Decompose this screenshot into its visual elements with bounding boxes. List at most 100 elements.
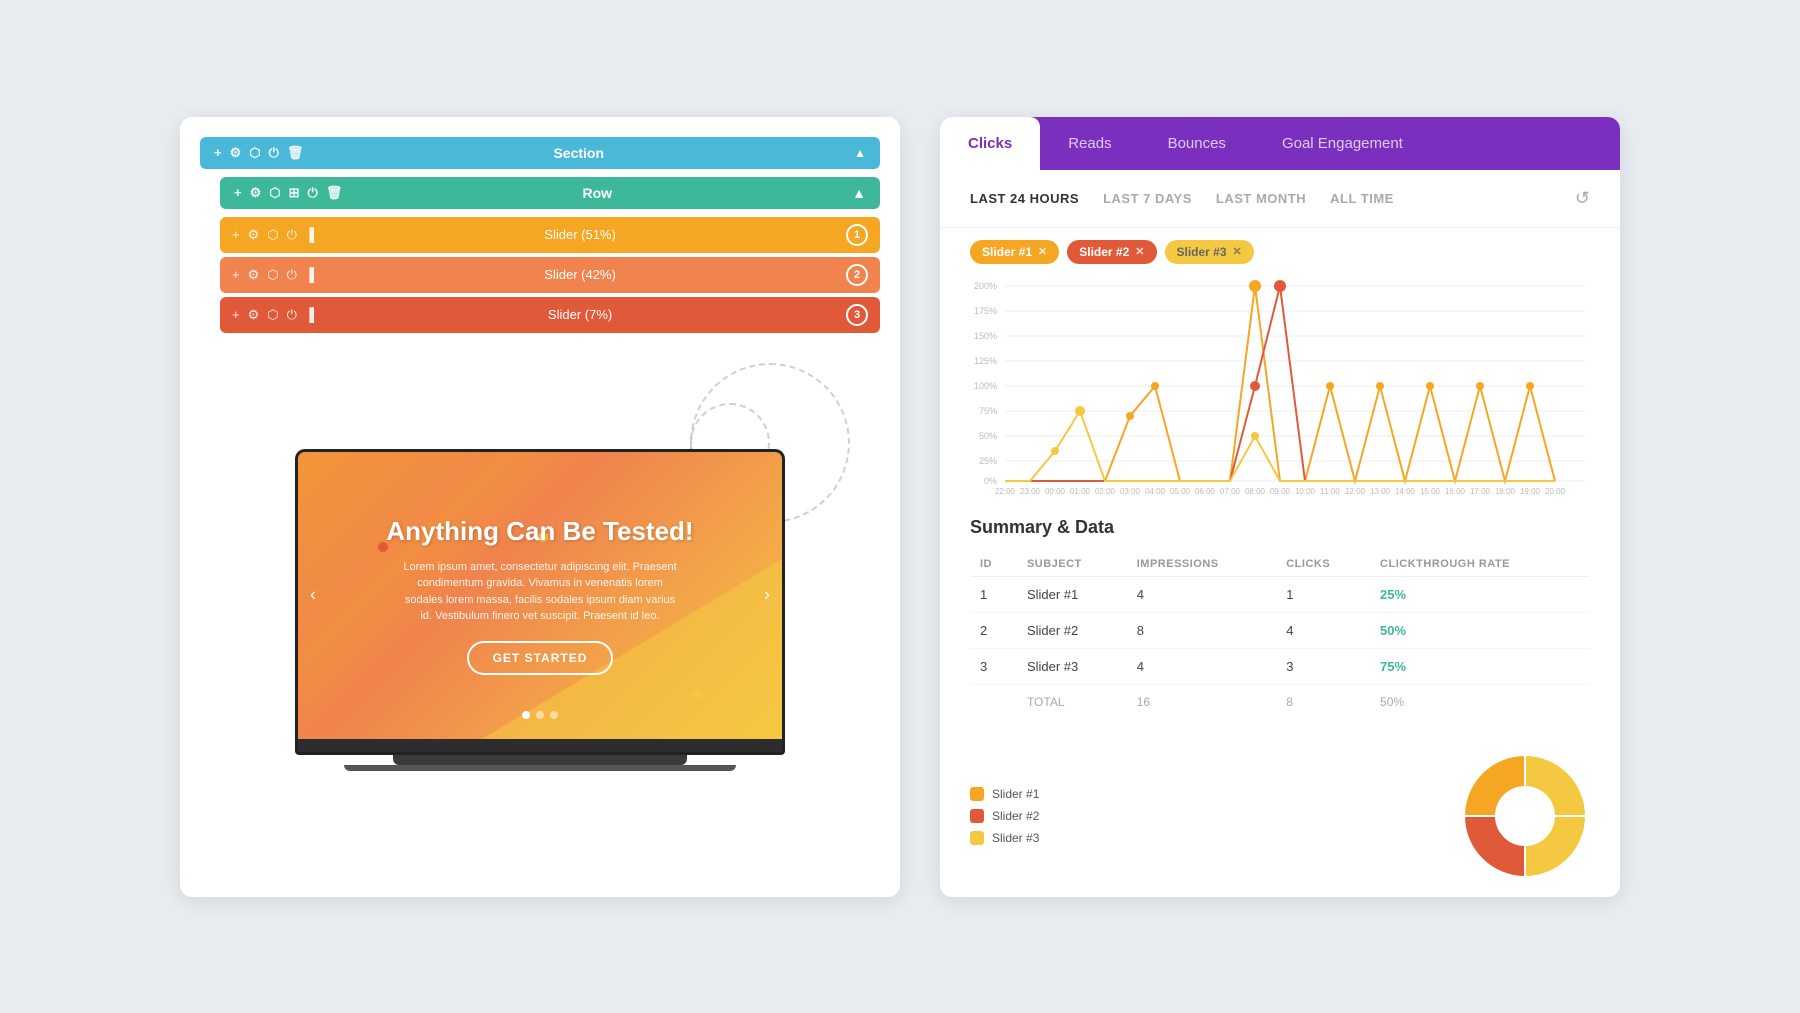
col-impressions: IMPRESSIONS bbox=[1127, 552, 1277, 577]
slide-dot-1[interactable] bbox=[522, 711, 530, 719]
row-power-icon[interactable]: ⏻ bbox=[308, 185, 318, 201]
slider-row-3[interactable]: + ⚙ ⬡ ⏻ ▐ Slider (7%) 3 bbox=[220, 297, 880, 333]
row-label: Row bbox=[352, 185, 842, 201]
laptop-base bbox=[295, 739, 785, 755]
filter-all-time[interactable]: ALL TIME bbox=[1330, 191, 1394, 206]
slider-2-label: Slider (42%) bbox=[322, 267, 838, 282]
laptop-content: Anything Can Be Tested! Lorem ipsum amet… bbox=[366, 496, 713, 695]
svg-text:16:00: 16:00 bbox=[1445, 487, 1466, 496]
sl1-add-icon[interactable]: + bbox=[232, 227, 240, 242]
slider-row-2[interactable]: + ⚙ ⬡ ⏻ ▐ Slider (42%) 2 bbox=[220, 257, 880, 293]
legend-label-slider1: Slider #1 bbox=[992, 787, 1039, 801]
legend-dot-slider3 bbox=[970, 831, 984, 845]
refresh-icon[interactable]: ↺ bbox=[1575, 188, 1590, 209]
tab-goal-engagement[interactable]: Goal Engagement bbox=[1254, 117, 1431, 170]
filter-tag-slider3-close[interactable]: ✕ bbox=[1233, 245, 1242, 258]
sl1-power-icon[interactable]: ⏻ bbox=[287, 227, 297, 243]
sl1-copy-icon[interactable]: ⬡ bbox=[267, 227, 278, 243]
tab-clicks[interactable]: Clicks bbox=[940, 117, 1040, 170]
sl3-copy-icon[interactable]: ⬡ bbox=[267, 307, 278, 323]
row-icons: + ⚙ ⬡ ⊞ ⏻ 🗑 bbox=[234, 185, 342, 201]
row-copy-icon[interactable]: ⬡ bbox=[269, 185, 280, 201]
section-add-icon[interactable]: + bbox=[214, 145, 222, 160]
col-id: ID bbox=[970, 552, 1017, 577]
sl1-settings-icon[interactable]: ⚙ bbox=[248, 227, 260, 243]
sl3-add-icon[interactable]: + bbox=[232, 307, 240, 322]
svg-text:0%: 0% bbox=[984, 476, 997, 486]
svg-text:10:00: 10:00 bbox=[1295, 487, 1316, 496]
svg-text:125%: 125% bbox=[974, 356, 997, 366]
svg-text:75%: 75% bbox=[979, 406, 997, 416]
chart-area: 200% 175% 150% 125% 100% 75% 50% 25% 0% bbox=[940, 276, 1620, 501]
svg-text:03:00: 03:00 bbox=[1120, 487, 1141, 496]
col-subject: SUBJECT bbox=[1017, 552, 1127, 577]
row-grid-icon[interactable]: ⊞ bbox=[289, 185, 300, 201]
svg-text:05:00: 05:00 bbox=[1170, 487, 1191, 496]
filter-last-month[interactable]: LAST MONTH bbox=[1216, 191, 1306, 206]
sl2-chart-icon[interactable]: ▐ bbox=[305, 267, 314, 282]
row-bar: + ⚙ ⬡ ⊞ ⏻ 🗑 Row ▲ bbox=[220, 177, 880, 209]
laptop-cta-button[interactable]: GET STARTED bbox=[467, 641, 614, 675]
filter-tag-slider3[interactable]: Slider #3 ✕ bbox=[1165, 240, 1254, 264]
svg-text:200%: 200% bbox=[974, 281, 997, 291]
legend-dot-slider2 bbox=[970, 809, 984, 823]
section-delete-icon[interactable]: 🗑 bbox=[287, 145, 304, 161]
tab-reads[interactable]: Reads bbox=[1040, 117, 1139, 170]
sl3-power-icon[interactable]: ⏻ bbox=[287, 307, 297, 323]
cell-clicks: 1 bbox=[1276, 576, 1370, 612]
sl2-settings-icon[interactable]: ⚙ bbox=[248, 267, 260, 283]
sl3-chart-icon[interactable]: ▐ bbox=[305, 307, 314, 322]
sl3-settings-icon[interactable]: ⚙ bbox=[248, 307, 260, 323]
svg-text:19:00: 19:00 bbox=[1520, 487, 1541, 496]
section-copy-icon[interactable]: ⬡ bbox=[249, 145, 260, 161]
svg-text:11:00: 11:00 bbox=[1320, 487, 1340, 496]
legend-label-slider2: Slider #2 bbox=[992, 809, 1039, 823]
row-delete-icon[interactable]: 🗑 bbox=[326, 185, 343, 201]
prev-slide-button[interactable]: ‹ bbox=[310, 585, 316, 606]
svg-text:02:00: 02:00 bbox=[1095, 487, 1116, 496]
svg-text:04:00: 04:00 bbox=[1145, 487, 1166, 496]
sl2-copy-icon[interactable]: ⬡ bbox=[267, 267, 278, 283]
slider-1-badge: 1 bbox=[846, 224, 868, 246]
cell-impressions: 4 bbox=[1127, 576, 1277, 612]
sl2-add-icon[interactable]: + bbox=[232, 267, 240, 282]
slider-1-label: Slider (51%) bbox=[322, 227, 838, 242]
row-settings-icon[interactable]: ⚙ bbox=[250, 185, 262, 201]
svg-text:17:00: 17:00 bbox=[1470, 487, 1491, 496]
laptop-container: ‹ Anything Can Be Tested! Lorem ipsum am… bbox=[200, 343, 880, 877]
slide-dot-2[interactable] bbox=[536, 711, 544, 719]
svg-text:22:00: 22:00 bbox=[995, 487, 1016, 496]
cell-clicks: 3 bbox=[1276, 648, 1370, 684]
slider-2-badge: 2 bbox=[846, 264, 868, 286]
left-panel: + ⚙ ⬡ ⏻ 🗑 Section ▲ + ⚙ ⬡ ⊞ ⏻ 🗑 Row ▲ + … bbox=[180, 117, 900, 897]
cell-impressions: 4 bbox=[1127, 648, 1277, 684]
svg-text:25%: 25% bbox=[979, 456, 997, 466]
section-power-icon[interactable]: ⏻ bbox=[269, 145, 279, 161]
filter-last-24h[interactable]: LAST 24 HOURS bbox=[970, 191, 1079, 206]
filter-last-7d[interactable]: LAST 7 DAYS bbox=[1103, 191, 1192, 206]
svg-text:50%: 50% bbox=[979, 431, 997, 441]
summary-bottom: Slider #1 Slider #2 Slider #3 bbox=[940, 751, 1620, 897]
filter-tag-slider2-close[interactable]: ✕ bbox=[1135, 245, 1144, 258]
section-settings-icon[interactable]: ⚙ bbox=[230, 145, 242, 161]
table-row: 3 Slider #3 4 3 75% bbox=[970, 648, 1590, 684]
slide-dot-3[interactable] bbox=[550, 711, 558, 719]
slider-dots bbox=[522, 711, 558, 719]
section-chevron-icon[interactable]: ▲ bbox=[854, 146, 866, 160]
slider-row-1[interactable]: + ⚙ ⬡ ⏻ ▐ Slider (51%) 1 bbox=[220, 217, 880, 253]
filter-tag-slider2[interactable]: Slider #2 ✕ bbox=[1067, 240, 1156, 264]
filter-tag-slider1-close[interactable]: ✕ bbox=[1038, 245, 1047, 258]
filter-tag-slider1-label: Slider #1 bbox=[982, 245, 1032, 259]
cell-total-label bbox=[970, 684, 1017, 719]
sl2-power-icon[interactable]: ⏻ bbox=[287, 267, 297, 283]
next-slide-button[interactable]: › bbox=[764, 585, 770, 606]
svg-text:00:00: 00:00 bbox=[1045, 487, 1066, 496]
row-add-icon[interactable]: + bbox=[234, 185, 242, 200]
sl1-chart-icon[interactable]: ▐ bbox=[305, 227, 314, 242]
legend-slider2: Slider #2 bbox=[970, 809, 1039, 823]
tab-bounces[interactable]: Bounces bbox=[1140, 117, 1254, 170]
filter-tag-slider1[interactable]: Slider #1 ✕ bbox=[970, 240, 1059, 264]
cell-impressions: 8 bbox=[1127, 612, 1277, 648]
cell-id: 3 bbox=[970, 648, 1017, 684]
row-chevron-icon[interactable]: ▲ bbox=[852, 185, 866, 201]
